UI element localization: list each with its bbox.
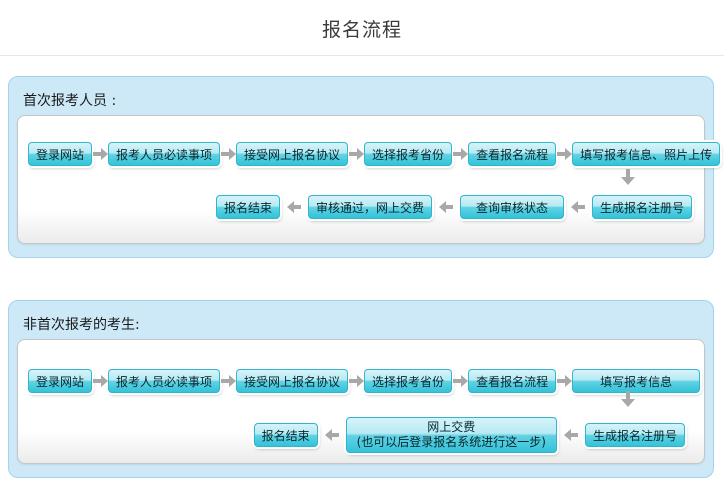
arrow-right-icon <box>452 148 469 160</box>
step-login: 登录网站 <box>28 142 93 166</box>
repeat-row-1: 登录网站 报考人员必读事项 接受网上报名协议 选择报考省份 查看报名流程 填写报… <box>28 369 701 393</box>
section-label: 非首次报考的考生: <box>23 317 140 333</box>
arrow-left-icon <box>286 201 302 213</box>
section-label: 首次报考人员 : <box>23 93 117 109</box>
step-payment: 审核通过，网上交费 <box>307 195 432 219</box>
step-payment-line1: 网上交费 <box>427 420 476 434</box>
step-payment-line2: (也可以后登录报名系统进行这一步) <box>356 435 546 449</box>
arrow-left-icon <box>438 201 454 213</box>
flow-canvas: 登录网站 报考人员必读事项 接受网上报名协议 选择报考省份 查看报名流程 填写报… <box>17 339 705 464</box>
arrow-right-icon <box>348 148 365 160</box>
section-repeat: 非首次报考的考生: 登录网站 报考人员必读事项 接受网上报名协议 选择报考省份 … <box>8 300 714 478</box>
first-time-row-1: 登录网站 报考人员必读事项 接受网上报名协议 选择报考省份 查看报名流程 填写报… <box>28 142 721 166</box>
step-register-number: 生成报名注册号 <box>591 195 692 219</box>
repeat-row-2: 报名结束 网上交费 (也可以后登录报名系统进行这一步) 生成报名注册号 <box>18 417 685 453</box>
arrow-right-icon <box>556 148 573 160</box>
step-fill-info-photo: 填写报考信息、照片上传 <box>572 142 721 166</box>
page-title: 报名流程 <box>321 19 402 41</box>
arrow-left-icon <box>563 429 579 441</box>
step-fill-info: 填写报考信息 <box>572 369 701 393</box>
step-agreement: 接受网上报名协议 <box>236 142 349 166</box>
step-login: 登录网站 <box>28 369 93 393</box>
arrow-right-icon <box>220 148 237 160</box>
title-divider <box>0 55 724 56</box>
step-check-status: 查询审核状态 <box>459 195 564 219</box>
first-time-row-2: 报名结束 审核通过，网上交费 查询审核状态 生成报名注册号 <box>18 195 692 219</box>
step-register-number: 生成报名注册号 <box>584 423 685 447</box>
step-agreement: 接受网上报名协议 <box>236 369 349 393</box>
step-select-province: 选择报考省份 <box>364 369 453 393</box>
arrow-left-icon <box>570 201 586 213</box>
step-finish: 报名结束 <box>253 423 318 447</box>
step-must-read: 报考人员必读事项 <box>108 142 221 166</box>
flow-canvas: 登录网站 报考人员必读事项 接受网上报名协议 选择报考省份 查看报名流程 填写报… <box>17 115 721 244</box>
step-payment: 网上交费 (也可以后登录报名系统进行这一步) <box>345 417 557 453</box>
step-view-process: 查看报名流程 <box>468 142 557 166</box>
step-view-process: 查看报名流程 <box>468 369 557 393</box>
arrow-right-icon <box>348 375 365 387</box>
arrow-right-icon <box>92 375 109 387</box>
step-select-province: 选择报考省份 <box>364 142 453 166</box>
arrow-left-icon <box>324 429 340 441</box>
arrow-right-icon <box>452 375 469 387</box>
arrow-right-icon <box>92 148 109 160</box>
section-first-time: 首次报考人员 : 登录网站 报考人员必读事项 接受网上报名协议 选择报考省份 查… <box>8 76 721 258</box>
arrow-right-icon <box>220 375 237 387</box>
step-must-read: 报考人员必读事项 <box>108 369 221 393</box>
arrow-right-icon <box>556 375 573 387</box>
arrow-down-icon <box>621 169 635 186</box>
arrow-down-icon <box>621 391 635 408</box>
step-finish: 报名结束 <box>215 195 280 219</box>
